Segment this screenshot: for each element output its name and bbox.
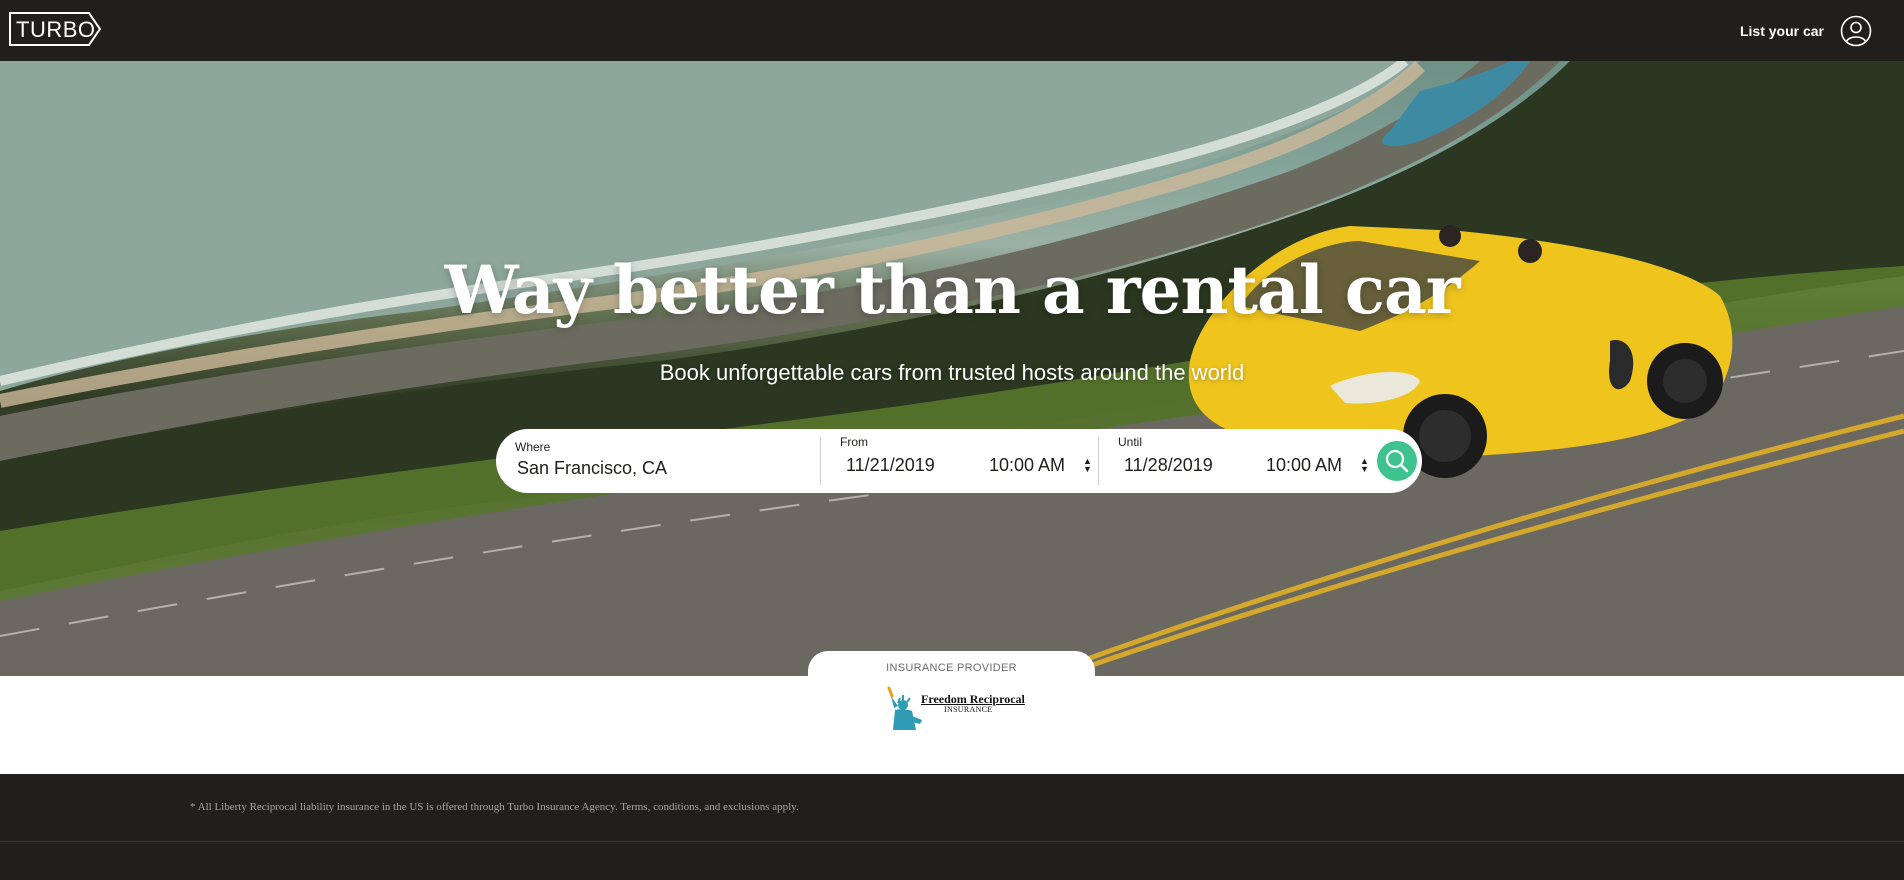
until-time-stepper-icon[interactable]: ▲ ▼ [1360,457,1369,474]
hero-banner: Way better than a rental car Book unforg… [0,61,1904,676]
search-icon [1385,449,1409,473]
field-divider [820,437,821,485]
top-nav: TURBO List your car [0,0,1904,61]
until-time-select[interactable]: 10:00 AM [1266,455,1342,476]
from-label: From [840,435,868,449]
insurance-provider-label: INSURANCE PROVIDER [886,662,1017,674]
from-date-input[interactable]: 11/21/2019 [846,455,935,476]
until-date-input[interactable]: 11/28/2019 [1124,455,1213,476]
where-label: Where [515,440,551,454]
turbo-logo[interactable]: TURBO [9,12,101,46]
footer: * All Liberty Reciprocal liability insur… [0,774,1904,880]
from-time-select[interactable]: 10:00 AM [989,455,1065,476]
list-your-car-link[interactable]: List your car [1740,23,1824,39]
from-time-stepper-icon[interactable]: ▲ ▼ [1083,457,1092,474]
user-circle-icon[interactable] [1840,15,1872,47]
insurance-disclaimer: * All Liberty Reciprocal liability insur… [190,801,799,813]
field-divider [1098,437,1099,485]
search-bar: Where San Francisco, CA From 11/21/2019 … [496,429,1422,493]
until-label: Until [1118,435,1143,449]
insurance-provider-subtitle: INSURANCE [944,705,993,714]
hero-subtitle: Book unforgettable cars from trusted hos… [659,360,1245,385]
search-button[interactable] [1377,441,1417,481]
where-input[interactable]: San Francisco, CA [517,458,667,479]
hero-title: Way better than a rental car [444,251,1460,329]
logo-text: TURBO [16,17,96,42]
footer-divider [0,841,1904,842]
statue-of-liberty-icon [887,686,922,730]
